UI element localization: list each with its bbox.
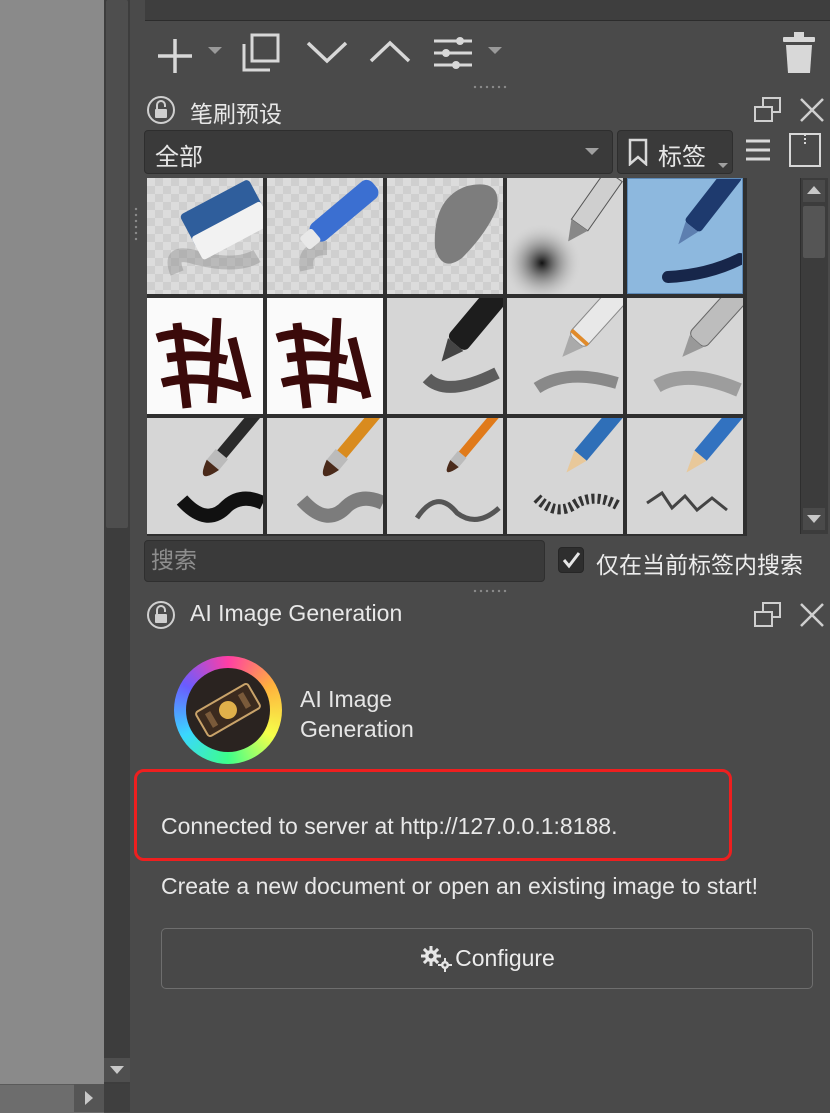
panel-resize-handle[interactable] <box>472 84 508 90</box>
plugin-name: AI Image Generation <box>300 686 414 742</box>
float-icon[interactable] <box>753 96 783 124</box>
gear-icon <box>421 945 453 972</box>
brush-search-field[interactable] <box>144 540 545 582</box>
move-down-icon[interactable] <box>305 38 349 66</box>
delete-icon[interactable] <box>781 31 817 75</box>
tag-label: 标签 <box>658 144 706 171</box>
view-list-icon[interactable] <box>745 138 771 162</box>
ai-panel-title: AI Image Generation <box>190 600 403 626</box>
brush-filter-dropdown[interactable]: 全部 <box>144 130 613 174</box>
layers-toolbar <box>145 26 830 80</box>
chevron-up-icon <box>807 186 821 194</box>
scroll-up-button[interactable] <box>803 180 825 202</box>
canvas-area[interactable] <box>0 0 104 1084</box>
canvas-scroll-down-button[interactable] <box>104 1058 130 1082</box>
brush-preset-blue-eraser-pen[interactable] <box>267 178 383 294</box>
plugin-logo-emblem <box>186 668 270 752</box>
search-in-tag-checkbox[interactable] <box>558 547 584 573</box>
chevron-down-icon <box>718 163 728 168</box>
brush-grid-scroll-thumb[interactable] <box>803 206 825 258</box>
brush-preset-pencil-blue[interactable] <box>507 418 623 534</box>
chevron-down-icon <box>110 1066 124 1074</box>
chevron-right-icon <box>85 1091 93 1105</box>
add-icon[interactable] <box>155 36 195 76</box>
brush-search-input[interactable] <box>145 541 537 581</box>
storage-icon[interactable] <box>788 132 822 168</box>
search-in-tag-label: 仅在当前标签内搜索 <box>596 552 803 578</box>
float-icon[interactable] <box>753 601 783 629</box>
brush-preset-calligraphy-1[interactable] <box>147 298 263 414</box>
brush-grid-scrollbar[interactable] <box>800 178 828 534</box>
panel-resize-handle[interactable] <box>472 588 508 594</box>
connection-status: Connected to server at http://127.0.0.1:… <box>161 813 618 839</box>
brush-preset-smudge-blob[interactable] <box>387 178 503 294</box>
bookmark-icon <box>628 138 648 166</box>
duplicate-icon[interactable] <box>240 32 282 74</box>
scroll-corner <box>104 1084 130 1112</box>
configure-label: Configure <box>455 945 555 971</box>
close-icon[interactable] <box>798 96 826 124</box>
properties-icon[interactable] <box>432 35 476 71</box>
start-hint: Create a new document or open an existin… <box>161 873 759 899</box>
lock-icon[interactable] <box>146 95 176 125</box>
move-up-icon[interactable] <box>368 38 412 66</box>
brush-preset-marker-black[interactable] <box>387 298 503 414</box>
brush-preset-brush-orange[interactable] <box>267 418 383 534</box>
brush-preset-calligraphy-2[interactable] <box>267 298 383 414</box>
brush-preset-pencil-blue-2[interactable] <box>627 418 743 534</box>
scroll-down-button[interactable] <box>803 508 825 530</box>
brush-presets-grid <box>147 178 747 536</box>
lock-icon[interactable] <box>146 600 176 630</box>
chevron-down-icon[interactable] <box>207 46 223 56</box>
configure-button[interactable]: Configure <box>161 928 813 989</box>
chevron-down-icon[interactable] <box>487 46 503 56</box>
brush-filter-value: 全部 <box>155 144 203 171</box>
layers-list-bottom[interactable] <box>145 0 830 21</box>
dock-resize-handle[interactable] <box>133 206 139 242</box>
brush-preset-eraser[interactable] <box>147 178 263 294</box>
checkmark-icon <box>562 552 581 569</box>
brush-preset-airbrush[interactable] <box>507 178 623 294</box>
canvas-vertical-scroll-thumb[interactable] <box>106 0 128 528</box>
brush-presets-title: 笔刷预设 <box>190 101 282 127</box>
chevron-down-icon <box>807 515 821 523</box>
tag-button[interactable]: 标签 <box>617 130 733 174</box>
brush-preset-pen-orange-ring[interactable] <box>507 298 623 414</box>
brush-preset-brush-thin[interactable] <box>387 418 503 534</box>
brush-preset-ink-pen[interactable] <box>627 178 743 294</box>
brush-preset-pen-grey[interactable] <box>627 298 743 414</box>
chevron-down-icon <box>585 148 599 155</box>
close-icon[interactable] <box>798 601 826 629</box>
canvas-scroll-right-button[interactable] <box>74 1084 104 1112</box>
brush-preset-brush-dark[interactable] <box>147 418 263 534</box>
